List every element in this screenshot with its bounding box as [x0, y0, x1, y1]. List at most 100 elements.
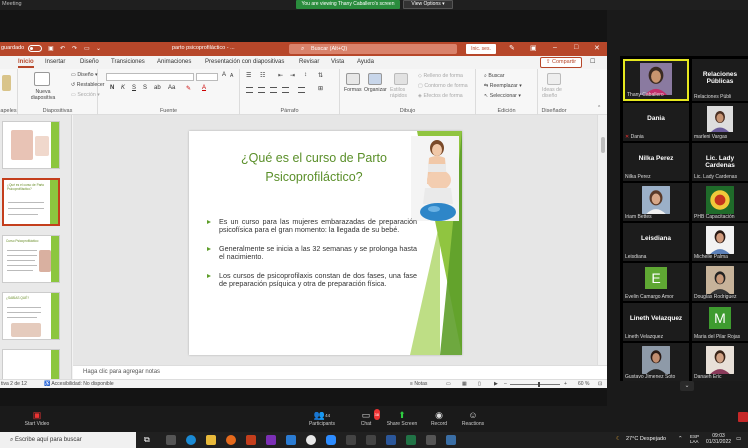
taskbar-search[interactable]: ⌕ Escribe aquí para buscar — [0, 432, 136, 448]
record-button[interactable]: ◉ Record — [428, 410, 450, 427]
file-explorer-icon[interactable] — [206, 435, 216, 445]
columns-icon[interactable] — [298, 87, 305, 93]
participant-tile[interactable]: Nilka Perez Nilka Perez — [623, 143, 689, 181]
participant-tile[interactable]: Relaciones Públicas Relaciones Públi — [692, 59, 748, 101]
paste-icon[interactable] — [2, 75, 11, 91]
zoom-level[interactable]: 60 % — [578, 381, 589, 387]
zoom-slider[interactable] — [510, 382, 560, 387]
slide-thumbnail-1[interactable] — [2, 121, 60, 169]
tab-animaciones[interactable]: Animaciones — [157, 59, 191, 65]
language-indicator[interactable]: ESP LAA — [690, 434, 702, 444]
slide-thumbnail-5[interactable] — [2, 349, 60, 379]
chrome-icon[interactable] — [306, 435, 316, 445]
align-left-icon[interactable] — [246, 87, 253, 93]
text-direction-icon[interactable]: ⇅ — [318, 72, 323, 79]
align-text-icon[interactable]: ⊞ — [318, 85, 323, 92]
taskbar-app-icon[interactable] — [446, 435, 456, 445]
slide-thumbnail-2[interactable]: ¿Qué es el curso de Parto Psicoprofiláct… — [2, 178, 60, 226]
taskbar-app-icon[interactable] — [166, 435, 176, 445]
slide-thumbnail-3[interactable]: Curso Psicoprofiláctico — [2, 235, 60, 283]
underline-icon[interactable]: S — [132, 85, 136, 91]
find-button[interactable]: ⌕ Buscar — [484, 73, 505, 80]
arrange-icon[interactable] — [368, 73, 382, 85]
tab-revisar[interactable]: Revisar — [299, 59, 319, 65]
edge-icon[interactable] — [186, 435, 196, 445]
participant-tile[interactable]: Iriam Bettes — [623, 183, 689, 221]
new-slide-icon[interactable] — [34, 72, 50, 86]
shape-fill-button[interactable]: ◇ Relleno de forma — [418, 73, 463, 79]
end-meeting-button[interactable] — [738, 412, 748, 422]
reactions-button[interactable]: ☺ Reactions — [460, 410, 486, 427]
taskbar-clock[interactable]: 09:03 01/31/2022 — [706, 433, 731, 445]
weather-label[interactable]: 27°C Despejado — [626, 436, 666, 442]
quick-styles-button[interactable]: Estilos rápidos — [390, 87, 414, 99]
tab-presentacion[interactable]: Presentación con diapositivas — [205, 59, 284, 65]
italic-icon[interactable]: K — [121, 85, 125, 91]
font-size-select[interactable] — [196, 73, 218, 81]
close-icon[interactable]: ✕ — [594, 44, 600, 52]
task-view-icon[interactable]: ⧉ — [144, 435, 154, 445]
char-spacing-icon[interactable]: ab — [154, 85, 161, 91]
notifications-icon[interactable]: ▭ — [736, 436, 741, 442]
tab-ayuda[interactable]: Ayuda — [357, 59, 374, 65]
select-button[interactable]: ↖ Seleccionar ▾ — [484, 93, 521, 99]
participant-tile[interactable]: M Maria del Pilar Rojas — [692, 303, 748, 341]
participant-tile[interactable]: Gustavo Jimenez Soto — [623, 343, 689, 381]
strikethrough-icon[interactable]: S — [143, 85, 147, 91]
section-button[interactable]: ▭ Sección ▾ — [71, 92, 100, 98]
slide-thumbnail-4[interactable]: ¿SABÍAS QUÉ? — [2, 292, 60, 340]
shapes-button[interactable]: Formas — [344, 87, 362, 93]
redo-icon[interactable]: ↷ — [72, 45, 77, 52]
participant-tile[interactable]: Lic. Lady Cardenas Lic. Lady Cardenas — [692, 143, 748, 181]
autosave-toggle[interactable] — [28, 45, 42, 52]
participant-tile[interactable]: Michelle Palma — [692, 223, 748, 261]
participant-tile[interactable]: Douglas Rodriguez — [692, 263, 748, 301]
collapse-ribbon-icon[interactable]: ⌃ — [597, 105, 601, 111]
present-icon[interactable]: ▭ — [84, 45, 90, 52]
vertical-scrollbar[interactable] — [597, 115, 607, 365]
participants-button[interactable]: 👥44 Participants — [308, 410, 336, 427]
share-button[interactable]: ⇪ Compartir — [540, 57, 582, 68]
accessibility-status[interactable]: ♿ Accesibilidad: No disponible — [44, 381, 114, 387]
numbering-icon[interactable]: ☷ — [260, 72, 265, 79]
bullets-icon[interactable]: ☰ — [246, 72, 251, 79]
shapes-icon[interactable] — [346, 73, 360, 85]
participant-tile[interactable]: Dania ✕ Dania — [623, 103, 689, 141]
arrange-button[interactable]: Organizar — [364, 87, 387, 93]
shrink-font-icon[interactable]: A — [230, 73, 233, 79]
current-slide[interactable]: ¿Qué es el curso de Parto Psicoprofiláct… — [189, 131, 462, 355]
word-icon[interactable] — [386, 435, 396, 445]
zoom-app-icon[interactable] — [326, 435, 336, 445]
search-input[interactable]: ⌕ Buscar (Alt+Q) — [289, 44, 457, 54]
notes-button[interactable]: ≡ Notas — [410, 381, 427, 387]
tray-chevron-icon[interactable]: ⌃ — [678, 436, 683, 442]
normal-view-icon[interactable]: ▭ — [446, 381, 451, 387]
justify-icon[interactable] — [282, 87, 289, 93]
tab-transiciones[interactable]: Transiciones — [111, 59, 145, 65]
change-case-icon[interactable]: Aa — [168, 85, 175, 91]
design-ideas-icon[interactable] — [547, 73, 561, 85]
participant-tile[interactable]: PHB Capacitación — [692, 183, 748, 221]
ribbon-display-icon[interactable]: ▣ — [530, 44, 537, 52]
participant-tile[interactable]: E Evelin Camargo Amor — [623, 263, 689, 301]
notes-pane[interactable]: Haga clic para agregar notas — [73, 365, 607, 379]
highlight-icon[interactable]: ✎ — [186, 85, 191, 92]
increase-indent-icon[interactable]: ⇥ — [290, 72, 295, 79]
powerpoint-icon[interactable] — [246, 435, 256, 445]
start-video-button[interactable]: ▣ Start Video — [22, 410, 52, 427]
design-ideas-button[interactable]: Ideas de diseño — [542, 87, 568, 99]
shape-effects-button[interactable]: ◈ Efectos de forma — [418, 93, 463, 99]
line-spacing-icon[interactable]: ↕ — [304, 72, 307, 78]
align-center-icon[interactable] — [258, 87, 265, 93]
tab-insertar[interactable]: Insertar — [45, 59, 65, 65]
comments-icon[interactable]: ☐ — [590, 58, 595, 65]
slide-sorter-icon[interactable]: ▦ — [462, 381, 467, 387]
gallery-scroll-down-icon[interactable]: ⌄ — [680, 381, 694, 391]
onenote-icon[interactable] — [266, 435, 276, 445]
taskbar-app-icon[interactable] — [366, 435, 376, 445]
minimize-icon[interactable]: – — [553, 44, 557, 51]
excel-icon[interactable] — [406, 435, 416, 445]
participant-tile[interactable]: Lineth Velazquez Lineth Velazquez — [623, 303, 689, 341]
sign-in-button[interactable]: Inic. ses. — [466, 44, 496, 54]
new-slide-button[interactable]: Nueva diapositiva — [26, 89, 60, 101]
